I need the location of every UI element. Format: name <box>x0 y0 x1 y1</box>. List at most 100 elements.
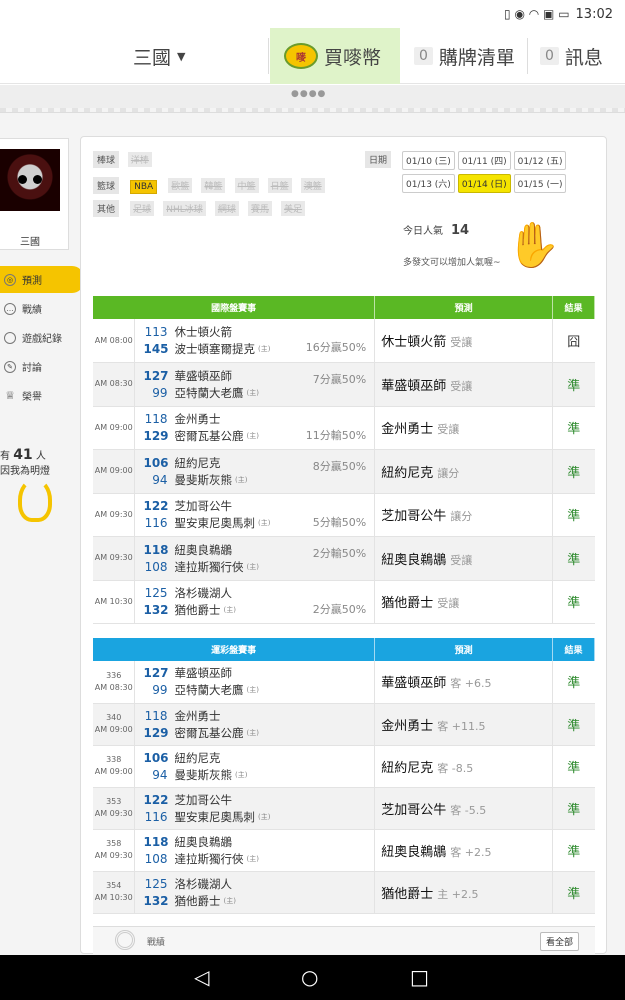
result-cell: 準 <box>552 362 595 407</box>
prediction-type: 讓分 <box>450 510 473 524</box>
result-cell: 準 <box>552 703 595 746</box>
sidebar-item-honor[interactable]: ♕ 榮譽 <box>0 382 75 409</box>
filter-tag-nba[interactable]: NBA <box>130 180 158 194</box>
recents-icon[interactable]: □ <box>410 965 429 989</box>
team-number: 125 <box>144 586 168 601</box>
avatar <box>0 149 60 211</box>
table-row[interactable]: AM 08:00 113 休士頓火箭 145 波士頓塞爾提克 (主) 16分贏50% 休士頓火… <box>93 319 595 363</box>
team-name: 芝加哥公牛 <box>174 792 232 807</box>
messages-button[interactable]: 0 訊息 <box>540 28 603 84</box>
date-button[interactable]: 01/10 (三) <box>402 151 455 170</box>
result-cell: 準 <box>552 406 595 450</box>
table-row[interactable]: AM 09:00 106 紐約尼克 94 曼斐斯灰熊 (主) 8分贏50% 紐約尼克 讓分準 <box>93 449 595 494</box>
back-icon[interactable]: ◁ <box>194 965 209 989</box>
trophy-icon: ♕ <box>5 389 15 402</box>
prediction-cell: 猶他爵士 受讓 <box>374 580 554 624</box>
cart-button[interactable]: 0 購牌清單 <box>414 28 515 84</box>
team-name: 芝加哥公牛 <box>174 499 232 514</box>
match-id: 336 <box>106 670 122 680</box>
sidebar-item-discuss[interactable]: ✎ 討論 <box>0 353 75 380</box>
match-time-cell: 340 AM 09:00 <box>93 703 136 746</box>
match-time: AM 09:30 <box>94 553 133 563</box>
sidebar-item-label: 預測 <box>22 276 42 287</box>
prediction-team: 華盛頓巫師 <box>381 378 447 394</box>
match-time-cell: AM 09:30 <box>93 493 136 537</box>
match-time-cell: 354 AM 10:30 <box>93 871 136 914</box>
table-row[interactable]: 340 AM 09:00 118 金州勇士 129 密爾瓦基公鹿 (主) 金州勇士客 +11.… <box>93 703 595 746</box>
record-label: 戰績 <box>147 938 166 948</box>
team-line: 122 芝加哥公牛 <box>143 791 374 808</box>
sidebar-item-record[interactable]: … 戰績 <box>0 295 75 322</box>
date-button[interactable]: 01/11 (四) <box>457 151 511 170</box>
sidebar-item-game-log[interactable]: 遊戲紀錄 <box>0 324 75 351</box>
filter-tag[interactable]: 歐籃 <box>168 178 193 193</box>
filter-tag[interactable]: 澳籃 <box>300 178 325 193</box>
team-name: 達拉斯獨行俠 <box>174 559 244 574</box>
kingdom-dropdown[interactable]: 三國 ▼ <box>133 28 185 84</box>
table-row[interactable]: AM 09:00 118 金州勇士 129 密爾瓦基公鹿 (主) 11分輸50% 金州勇士 受讓… <box>93 406 595 450</box>
home-mark: (主) <box>257 519 271 528</box>
status-icons: ▯ ◉ ◠ ▣ ▭ <box>504 7 570 21</box>
team-line: 108 達拉斯獨行俠 (主) <box>143 850 374 867</box>
prediction-type: 受讓 <box>437 597 460 611</box>
team-number: 129 <box>143 725 169 740</box>
team-number: 94 <box>152 767 168 782</box>
sidebar-item-predict[interactable]: ◎ 預測 <box>0 266 84 293</box>
category-label: 其他 <box>93 200 120 217</box>
prediction-cell: 紐奧良鵜鶘客 +2.5 <box>374 829 554 872</box>
home-mark: (主) <box>246 728 259 737</box>
team-name: 聖安東尼奧馬刺 <box>174 516 255 531</box>
table-row[interactable]: 358 AM 09:30 118 紐奧良鵜鶘 108 達拉斯獨行俠 (主) 紐奧良鵜鶘客 +2… <box>93 829 595 872</box>
filter-tag[interactable]: 韓籃 <box>201 178 226 193</box>
filter-tag[interactable]: 洋棒 <box>127 152 152 167</box>
filter-tag[interactable]: 中籃 <box>234 178 259 193</box>
table-row[interactable]: 338 AM 09:00 106 紐約尼克 94 曼斐斯灰熊 (主) 紐約尼克客 -8.5 準 <box>93 745 595 788</box>
team-name: 金州勇士 <box>174 412 221 427</box>
table-row[interactable]: AM 09:30 122 芝加哥公牛 116 聖安東尼奧馬刺 (主) 5分輸50% 芝加哥公牛… <box>93 493 595 537</box>
filter-tag[interactable]: 賽馬 <box>247 201 272 216</box>
date-row-1: 01/10 (三) 01/11 (四) 01/12 (五) <box>402 151 569 170</box>
spread-text: 8分贏50% <box>312 460 367 473</box>
table-row[interactable]: 354 AM 10:30 125 洛杉磯湖人 132 猶他爵士 (主) 猶他爵士主 +2.5 準 <box>93 871 595 914</box>
filter-tag[interactable]: 網球 <box>214 201 239 216</box>
profile-card[interactable]: 三國 <box>0 138 69 250</box>
filter-tag[interactable]: 足球 <box>130 201 155 216</box>
col-header-result: 結果 <box>552 296 595 319</box>
filter-tag[interactable]: 美足 <box>281 201 306 216</box>
match-time: AM 09:00 <box>94 466 133 476</box>
date-button[interactable]: 01/13 (六) <box>402 174 455 193</box>
date-button[interactable]: 01/12 (五) <box>513 151 567 170</box>
view-all-button[interactable]: 看全部 <box>539 932 579 951</box>
teams-cell: 125 洛杉磯湖人 132 猶他爵士 (主) <box>134 871 376 914</box>
prediction-cell: 華盛頓巫師客 +6.5 <box>374 661 554 704</box>
table-row[interactable]: 353 AM 09:30 122 芝加哥公牛 116 聖安東尼奧馬刺 (主) 芝加哥公牛客 -… <box>93 787 595 830</box>
team-number: 116 <box>144 809 168 824</box>
table-row[interactable]: AM 09:30 118 紐奧良鵜鶘 108 達拉斯獨行俠 (主) 2分輸50% 紐奧良鵜鶘受… <box>93 536 595 581</box>
table-row[interactable]: AM 08:30 127 華盛頓巫師 99 亞特蘭大老鷹 (主) 7分贏50% 華盛頓巫師 受讓… <box>93 362 595 407</box>
table-row[interactable]: 336 AM 08:30 127 華盛頓巫師 99 亞特蘭大老鷹 (主) 華盛頓巫師客 +6.… <box>93 661 595 704</box>
home-icon[interactable]: ○ <box>301 965 318 989</box>
buy-coins-button[interactable]: 嘜 買嘜幣 <box>270 28 400 84</box>
filter-tag[interactable]: 日籃 <box>267 178 292 193</box>
prediction-type: 客 +2.5 <box>450 845 492 859</box>
filter-tag[interactable]: NHL冰球 <box>163 201 206 216</box>
page-indicator-strip: ●●●● <box>0 85 625 113</box>
table-row[interactable]: AM 10:30 125 洛杉磯湖人 132 猶他爵士 (主) 2分贏50% 猶他爵士 受讓準 <box>93 580 595 624</box>
prediction-type: 客 -5.5 <box>450 803 487 817</box>
team-name: 華盛頓巫師 <box>174 368 232 383</box>
team-line: 116 聖安東尼奧馬刺 (主) <box>143 808 374 825</box>
team-line: 125 洛杉磯湖人 <box>143 585 374 602</box>
popularity: 今日人氣 14 <box>403 222 469 238</box>
match-time-cell: AM 08:00 <box>93 319 136 363</box>
prediction-type: 客 -8.5 <box>437 761 474 775</box>
team-number: 122 <box>143 792 169 807</box>
team-name: 洛杉磯湖人 <box>174 586 232 601</box>
team-number: 106 <box>143 455 169 470</box>
home-mark: (主) <box>246 686 259 695</box>
date-button[interactable]: 01/15 (一) <box>513 174 567 193</box>
date-button-selected[interactable]: 01/14 (日) <box>457 174 511 193</box>
follower-counter: 有 41 人 因我為明燈 <box>0 447 50 478</box>
popularity-hint: 多發文可以增加人氣喔~ <box>403 258 501 268</box>
prediction-type: 受讓 <box>450 553 473 567</box>
prediction-team: 猶他爵士 <box>381 886 434 902</box>
